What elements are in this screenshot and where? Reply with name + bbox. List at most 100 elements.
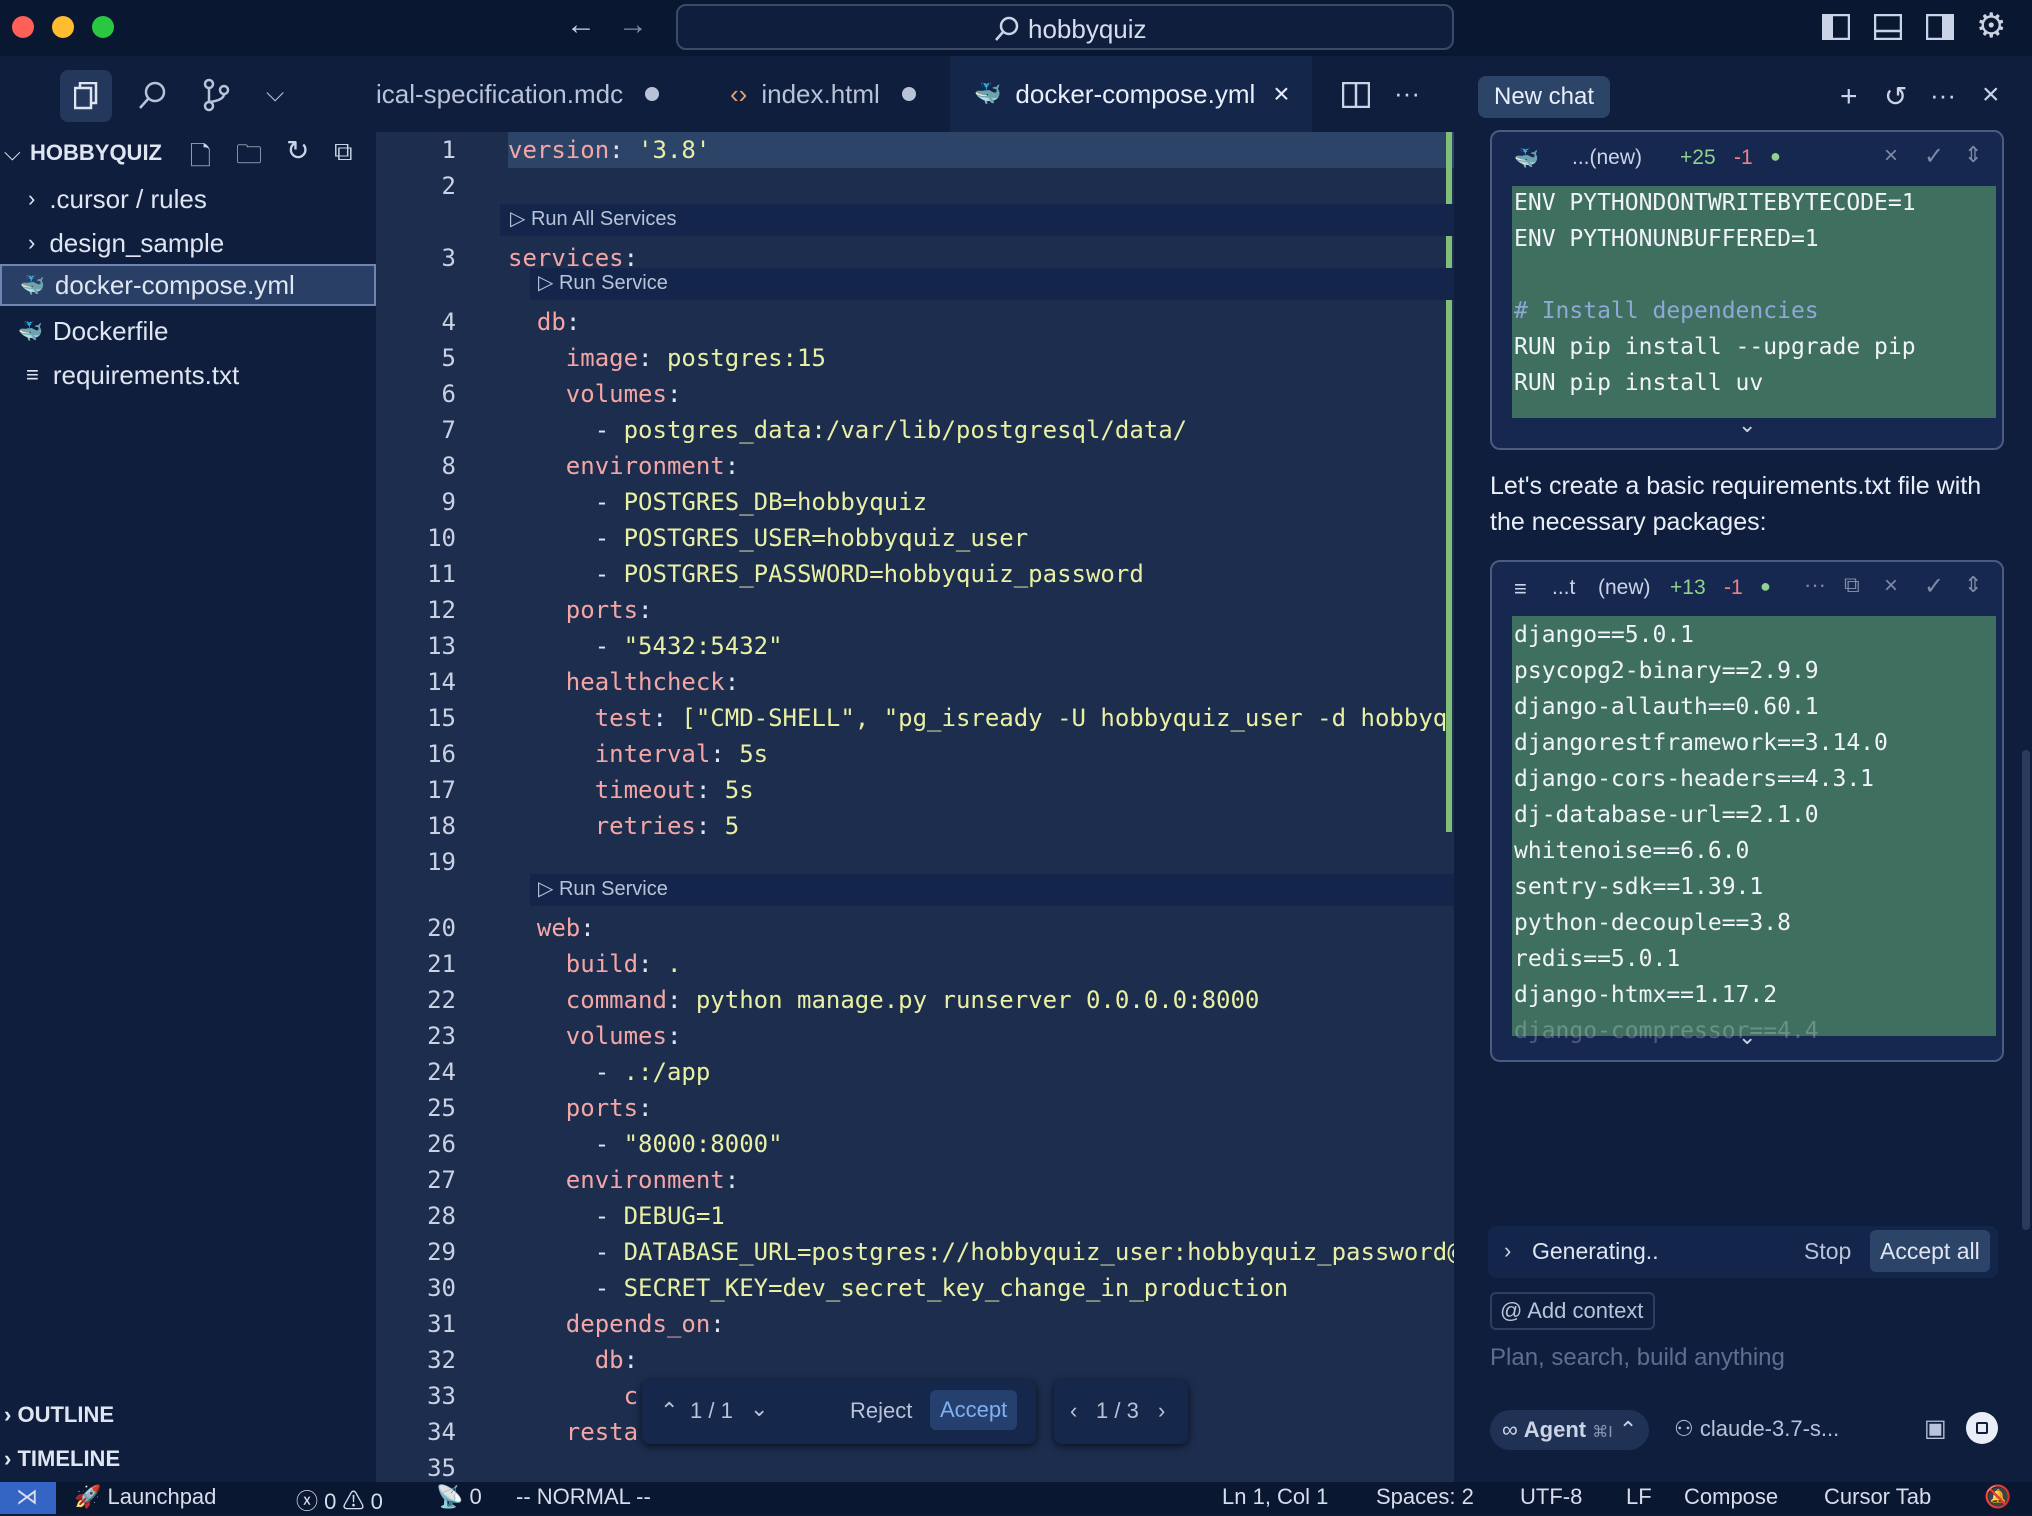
code-line[interactable]: ports: bbox=[508, 596, 653, 624]
stop-generation-button[interactable] bbox=[1966, 1412, 1998, 1444]
settings-gear-icon[interactable]: ⚙ bbox=[1976, 6, 2006, 46]
history-icon[interactable]: ↺ bbox=[1884, 80, 1907, 113]
tree-file-dockerfile[interactable]: 🐳 Dockerfile bbox=[0, 310, 376, 352]
code-line[interactable]: ports: bbox=[508, 1094, 653, 1122]
tab-docker-compose[interactable]: 🐳 docker-compose.yml × bbox=[950, 56, 1312, 132]
code-line[interactable]: services: bbox=[508, 244, 638, 272]
code-line[interactable]: - SECRET_KEY=dev_secret_key_change_in_pr… bbox=[508, 1274, 1289, 1302]
reject-button[interactable]: Reject bbox=[850, 1398, 912, 1424]
code-line[interactable]: volumes: bbox=[508, 1022, 682, 1050]
chevron-right-icon[interactable]: › bbox=[1504, 1238, 1511, 1264]
code-line[interactable]: version: '3.8' bbox=[508, 136, 710, 164]
code-line[interactable]: - POSTGRES_USER=hobbyquiz_user bbox=[508, 524, 1028, 552]
maximize-window-button[interactable] bbox=[92, 16, 114, 38]
timeline-section[interactable]: › TIMELINE bbox=[4, 1446, 120, 1472]
prev-hunk-icon[interactable]: ⌃ bbox=[660, 1398, 678, 1424]
code-line[interactable]: resta bbox=[508, 1418, 638, 1446]
code-line[interactable]: test: ["CMD-SHELL", "pg_isready -U hobby… bbox=[508, 704, 1448, 732]
code-line[interactable]: build: . bbox=[508, 950, 682, 978]
code-line[interactable]: - "8000:8000" bbox=[508, 1130, 783, 1158]
code-line[interactable]: healthcheck: bbox=[508, 668, 739, 696]
accept-diff-icon[interactable]: ✓ bbox=[1924, 142, 1944, 171]
tab-index-html[interactable]: ‹› index.html bbox=[700, 56, 950, 132]
copy-icon[interactable]: ⧉ bbox=[1844, 572, 1860, 598]
more-icon[interactable]: ··· bbox=[1804, 572, 1826, 598]
code-line[interactable]: db: bbox=[508, 308, 580, 336]
code-line[interactable]: - DEBUG=1 bbox=[508, 1202, 725, 1230]
image-attach-icon[interactable]: ▣ bbox=[1924, 1414, 1947, 1443]
run-all-services-link[interactable]: ▷ Run All Services bbox=[510, 206, 677, 231]
collapse-chevron-icon[interactable]: ⌵ bbox=[4, 140, 21, 166]
remote-indicator[interactable]: ⋊ bbox=[0, 1482, 56, 1514]
chat-more-icon[interactable]: ··· bbox=[1930, 80, 1956, 111]
toggle-secondary-sidebar-icon[interactable] bbox=[1926, 14, 1954, 40]
code-line[interactable]: - DATABASE_URL=postgres://hobbyquiz_user… bbox=[508, 1238, 1462, 1266]
reject-diff-icon[interactable]: × bbox=[1884, 142, 1898, 170]
language-mode[interactable]: Compose bbox=[1684, 1484, 1778, 1510]
code-line[interactable]: web: bbox=[508, 914, 595, 942]
code-line[interactable]: volumes: bbox=[508, 380, 682, 408]
model-selector[interactable]: ⚇ claude-3.7-s... bbox=[1674, 1416, 1839, 1442]
requirements-diff-card[interactable]: ≡ ...t (new) +13 -1 ● ··· ⧉ × ✓ ⇕ django… bbox=[1490, 560, 2004, 1062]
code-line[interactable]: retries: 5 bbox=[508, 812, 740, 840]
expand-diff-icon[interactable]: ⇕ bbox=[1964, 572, 1982, 598]
code-line[interactable]: - POSTGRES_DB=hobbyquiz bbox=[508, 488, 927, 516]
chat-input[interactable]: Plan, search, build anything bbox=[1490, 1344, 1785, 1372]
stop-button[interactable]: Stop bbox=[1804, 1238, 1851, 1265]
next-file-icon[interactable]: › bbox=[1158, 1398, 1165, 1424]
next-hunk-icon[interactable]: ⌄ bbox=[750, 1396, 768, 1422]
code-line[interactable]: depends_on: bbox=[508, 1310, 725, 1338]
agent-mode-selector[interactable]: ∞ Agent ⌘I ⌃ bbox=[1490, 1410, 1650, 1450]
new-folder-icon[interactable]: 🗀 bbox=[236, 136, 262, 180]
expand-diff-icon[interactable]: ⇕ bbox=[1964, 142, 1982, 168]
notifications-icon[interactable]: 🔕 bbox=[1984, 1484, 2011, 1510]
tree-folder-cursor-rules[interactable]: › .cursor / rules bbox=[0, 178, 376, 220]
code-line[interactable]: environment: bbox=[508, 1166, 739, 1194]
code-line[interactable]: - "5432:5432" bbox=[508, 632, 783, 660]
chevron-down-icon[interactable]: ⌄ bbox=[1738, 412, 1756, 438]
accept-diff-icon[interactable]: ✓ bbox=[1924, 572, 1944, 601]
reject-diff-icon[interactable]: × bbox=[1884, 572, 1898, 600]
code-line[interactable]: environment: bbox=[508, 452, 739, 480]
code-line[interactable]: db: bbox=[508, 1346, 638, 1374]
source-control-icon[interactable] bbox=[202, 78, 230, 112]
code-line[interactable]: - POSTGRES_PASSWORD=hobbyquiz_password bbox=[508, 560, 1144, 588]
accept-all-button[interactable]: Accept all bbox=[1870, 1230, 1990, 1272]
run-service-web-link[interactable]: ▷ Run Service bbox=[538, 876, 668, 901]
code-line[interactable]: - .:/app bbox=[508, 1058, 711, 1086]
end-of-line[interactable]: LF bbox=[1626, 1484, 1652, 1510]
dockerfile-diff-card[interactable]: 🐳 ...(new) +25 -1 ● × ✓ ⇕ ENV PYTHONDONT… bbox=[1490, 130, 2004, 450]
problems-item[interactable]: ⓧ 0 ⚠ 0 bbox=[296, 1484, 383, 1516]
tree-file-requirements[interactable]: ≡ requirements.txt bbox=[0, 354, 376, 396]
code-line[interactable]: command: python manage.py runserver 0.0.… bbox=[508, 986, 1260, 1014]
tree-folder-design-sample[interactable]: › design_sample bbox=[0, 222, 376, 264]
tab-ical-specification[interactable]: ical-specification.mdc bbox=[376, 56, 700, 132]
ports-item[interactable]: 📡 0 bbox=[436, 1484, 482, 1510]
toggle-primary-sidebar-icon[interactable] bbox=[1822, 14, 1850, 40]
launchpad-item[interactable]: 🚀 Launchpad bbox=[74, 1484, 216, 1510]
chevron-down-icon[interactable]: ⌄ bbox=[1738, 1024, 1756, 1050]
close-chat-icon[interactable]: × bbox=[1982, 78, 2000, 112]
close-tab-icon[interactable]: × bbox=[1273, 78, 1289, 110]
forward-arrow-icon[interactable]: → bbox=[618, 8, 648, 42]
cursor-tab-item[interactable]: Cursor Tab bbox=[1824, 1484, 1931, 1510]
new-file-icon[interactable]: 🗋 bbox=[190, 138, 211, 182]
refresh-icon[interactable]: ↻ bbox=[286, 134, 309, 167]
minimize-window-button[interactable] bbox=[52, 16, 74, 38]
split-editor-icon[interactable] bbox=[1342, 82, 1370, 108]
cursor-position[interactable]: Ln 1, Col 1 bbox=[1222, 1484, 1328, 1510]
back-arrow-icon[interactable]: ← bbox=[566, 8, 596, 42]
code-line[interactable]: timeout: 5s bbox=[508, 776, 754, 804]
code-line[interactable]: image: postgres:15 bbox=[508, 344, 826, 372]
new-chat-tab[interactable]: New chat bbox=[1478, 76, 1611, 118]
outline-section[interactable]: › OUTLINE bbox=[4, 1402, 114, 1428]
more-actions-icon[interactable]: ··· bbox=[1394, 78, 1420, 109]
chat-scrollbar[interactable] bbox=[2022, 750, 2030, 1230]
more-views-chevron-icon[interactable]: ⌵ bbox=[266, 80, 284, 108]
run-service-db-link[interactable]: ▷ Run Service bbox=[538, 270, 668, 295]
code-line[interactable]: - postgres_data:/var/lib/postgresql/data… bbox=[508, 416, 1187, 444]
accept-button[interactable]: Accept bbox=[930, 1390, 1018, 1430]
toggle-panel-icon[interactable] bbox=[1874, 14, 1902, 40]
explorer-view-button[interactable] bbox=[60, 70, 112, 122]
tree-file-docker-compose[interactable]: 🐳 docker-compose.yml bbox=[0, 264, 376, 306]
